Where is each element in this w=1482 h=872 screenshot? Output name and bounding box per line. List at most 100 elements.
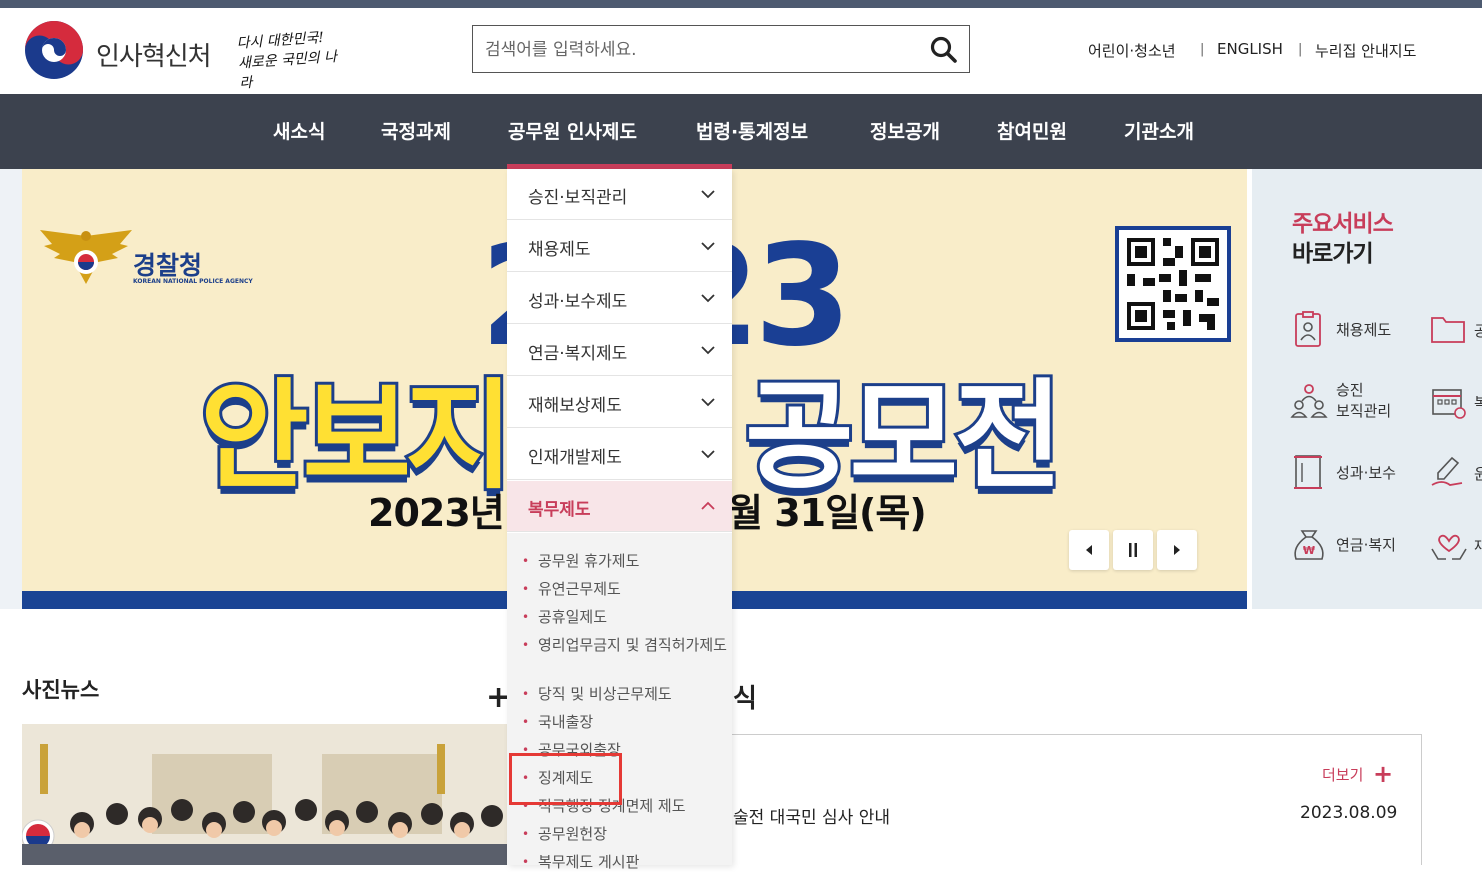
dropdown-item-accident-compensation[interactable]: 재해보상제도 <box>507 377 732 428</box>
calendar-icon[interactable] <box>1430 384 1466 424</box>
util-link-kids[interactable]: 어린이·청소년 <box>1088 40 1176 61</box>
submenu-item-label: 공휴일제도 <box>538 608 608 626</box>
bullet-icon: • <box>522 610 530 624</box>
folder-icon[interactable] <box>1430 312 1466 350</box>
service-item-pension[interactable]: ₩ 연금·복지 <box>1290 525 1420 575</box>
chevron-up-icon <box>701 501 715 510</box>
nav-item-civil-petition[interactable]: 참여민원 <box>997 117 1067 144</box>
chevron-down-icon <box>701 294 715 303</box>
dropdown-item-service-regulations[interactable]: 복무제도 <box>507 481 732 532</box>
news-section-title: 식 <box>733 684 757 714</box>
search-input[interactable] <box>483 36 927 64</box>
submenu-item-label: 공무원헌장 <box>538 825 608 843</box>
news-more-link[interactable]: 더보기 <box>1322 764 1363 785</box>
nav-item-info-disclosure[interactable]: 정보공개 <box>870 117 940 144</box>
photo-news-image[interactable] <box>22 724 508 865</box>
police-emblem-icon <box>38 226 134 292</box>
submenu-item[interactable]: • 복무제도 게시판 <box>522 852 727 872</box>
dropdown-submenu: • 공무원 휴가제도 • 유연근무제도 • 공휴일제도 • 영리업무금지 및 겸직허가제… <box>507 533 732 871</box>
slogan: 다시 대한민국! 새로운 국민의 나라 <box>236 26 350 94</box>
dropdown-item-label: 재해보상제도 <box>528 396 622 416</box>
submenu-item-label: 공무원 휴가제도 <box>538 552 640 570</box>
pen-hand-icon[interactable] <box>1430 455 1466 495</box>
document-person-icon <box>1295 311 1321 347</box>
service-title-main: 주요서비스 <box>1292 211 1394 237</box>
util-link-sitemap[interactable]: 누리집 안내지도 <box>1315 40 1416 61</box>
submenu-item[interactable]: • 국내출장 <box>522 712 727 732</box>
search-icon <box>930 36 957 63</box>
police-agency-name: 경찰청 <box>133 251 203 280</box>
nav-item-national-tasks[interactable]: 국정과제 <box>381 117 451 144</box>
banner-left-edge <box>0 169 22 609</box>
dropdown-item-label: 연금·복지제도 <box>528 344 628 364</box>
chevron-down-icon <box>701 450 715 459</box>
submenu-item-label: 당직 및 비상근무제도 <box>538 685 672 703</box>
money-bag-icon: ₩ <box>1294 530 1324 560</box>
logo-text[interactable]: 인사혁신처 <box>96 36 212 73</box>
bullet-icon: • <box>522 638 530 652</box>
submenu-item[interactable]: • 당직 및 비상근무제도 <box>522 684 727 704</box>
news-more-plus-icon[interactable]: + <box>1373 760 1393 788</box>
service-label-line1: 승진 <box>1336 381 1364 399</box>
service-item-recruitment[interactable]: 채용제도 <box>1290 310 1420 360</box>
banner-pause-button[interactable] <box>1113 530 1153 570</box>
submenu-item-label: 복무제도 게시판 <box>538 853 640 871</box>
service-label: 채용제도 <box>1336 321 1392 339</box>
dropdown-item-label: 승진·보직관리 <box>528 188 628 208</box>
pause-icon <box>1129 543 1137 557</box>
search-box <box>472 25 970 73</box>
banner-date-right: 월 31일(목) <box>728 491 927 535</box>
people-icon <box>1290 384 1328 418</box>
service-item-promotion[interactable]: 승진 보직관리 <box>1290 380 1420 430</box>
nav-item-about[interactable]: 기관소개 <box>1124 117 1194 144</box>
util-separator: | <box>1200 42 1205 57</box>
chevron-down-icon <box>701 242 715 251</box>
service-label-line2: 보직관리 <box>1336 402 1392 420</box>
banner-next-button[interactable] <box>1157 530 1197 570</box>
slogan-line2: 새로운 국민의 나라 <box>237 48 338 92</box>
prev-arrow-icon <box>1086 545 1092 555</box>
news-box <box>710 734 1422 865</box>
service-label: 연금·복지 <box>1336 536 1396 554</box>
bullet-icon: • <box>522 687 530 701</box>
government-logo-icon[interactable] <box>24 20 84 80</box>
svg-text:₩: ₩ <box>1303 544 1315 557</box>
nav-item-law-statistics[interactable]: 법령·통계정보 <box>696 117 808 144</box>
banner-prev-button[interactable] <box>1069 530 1109 570</box>
service-label-partial: 재 <box>1474 537 1482 555</box>
nav-item-news[interactable]: 새소식 <box>273 117 325 144</box>
heart-hands-icon[interactable] <box>1430 527 1468 567</box>
search-button[interactable] <box>929 35 959 65</box>
service-label-partial: 윤 <box>1474 465 1482 483</box>
submenu-item-label: 영리업무금지 및 겸직허가제도 <box>538 636 727 654</box>
submenu-item[interactable]: • 공휴일제도 <box>522 607 727 627</box>
dropdown-item-performance[interactable]: 성과·보수제도 <box>507 273 732 324</box>
submenu-item[interactable]: • 공무원헌장 <box>522 824 727 844</box>
dropdown-item-talent-development[interactable]: 인재개발제도 <box>507 429 732 480</box>
news-item-date: 2023.08.09 <box>1300 803 1398 823</box>
service-item-performance[interactable]: 성과·보수 <box>1290 453 1420 503</box>
dropdown-item-recruitment[interactable]: 채용제도 <box>507 221 732 272</box>
dropdown-item-pension[interactable]: 연금·복지제도 <box>507 325 732 376</box>
chevron-down-icon <box>701 190 715 199</box>
submenu-item-label: 국내출장 <box>538 713 594 731</box>
news-item-title[interactable]: 술전 대국민 심사 안내 <box>733 803 890 828</box>
dropdown-item-label: 성과·보수제도 <box>528 292 628 312</box>
bullet-icon: • <box>522 554 530 568</box>
submenu-item[interactable]: • 공무원 휴가제도 <box>522 551 727 571</box>
service-label-partial: 복 <box>1474 394 1482 412</box>
service-title-sub: 바로가기 <box>1292 241 1374 267</box>
submenu-item[interactable]: • 영리업무금지 및 겸직허가제도 <box>522 635 727 655</box>
chevron-down-icon <box>701 346 715 355</box>
nav-item-personnel-system[interactable]: 공무원 인사제도 <box>508 117 637 144</box>
bullet-icon: • <box>522 827 530 841</box>
scroll-icon <box>1294 455 1322 489</box>
util-link-english[interactable]: ENGLISH <box>1217 40 1283 58</box>
bullet-icon: • <box>522 715 530 729</box>
service-label: 성과·보수 <box>1336 464 1396 482</box>
submenu-item[interactable]: • 유연근무제도 <box>522 579 727 599</box>
dropdown-item-promotion[interactable]: 승진·보직관리 <box>507 169 732 220</box>
next-arrow-icon <box>1174 545 1180 555</box>
dropdown-item-label: 인재개발제도 <box>528 448 622 468</box>
submenu-item-label: 유연근무제도 <box>538 580 621 598</box>
